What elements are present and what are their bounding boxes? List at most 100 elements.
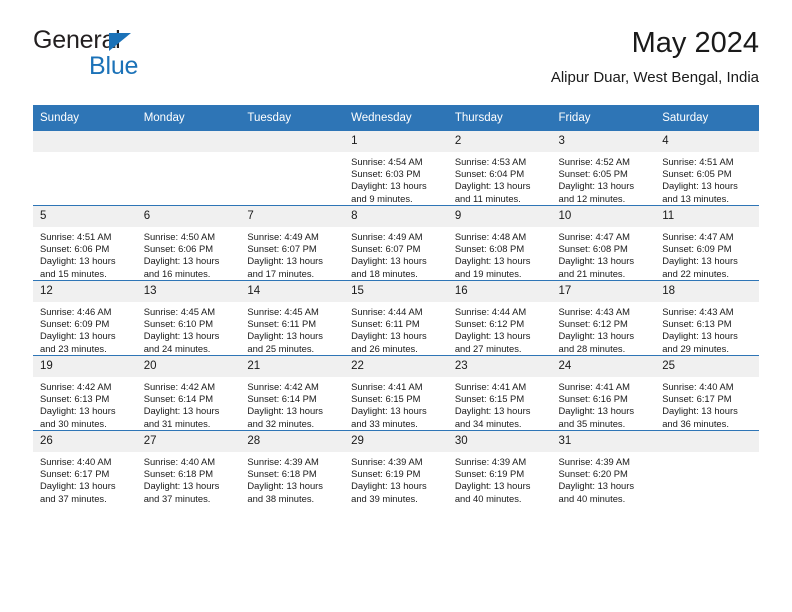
daylight-text-line2: and 27 minutes. <box>454 342 522 354</box>
calendar-day-cell[interactable]: 8 Sunrise: 4:49 AM Sunset: 6:07 PM Daylight… <box>344 205 448 281</box>
calendar-day-cell[interactable]: 15 Sunrise: 4:44 AM Sunset: 6:11 PM Dayligh… <box>344 280 448 356</box>
sunrise-text: Sunrise: 4:44 AM <box>351 306 423 317</box>
sunrise-text: Sunrise: 4:45 AM <box>247 306 319 317</box>
calendar-day-cell[interactable]: 23 Sunrise: 4:41 AM Sunset: 6:15 PM Dayligh… <box>447 355 552 431</box>
daylight-text-line1: Daylight: 13 hours <box>247 255 323 267</box>
day-number <box>33 131 137 152</box>
daylight-text-line2: and 16 minutes. <box>143 267 211 279</box>
day-details: Sunrise: 4:49 AM Sunset: 6:07 PM Daylight:… <box>240 227 344 280</box>
day-details: Sunrise: 4:47 AM Sunset: 6:09 PM Daylight:… <box>655 227 759 280</box>
sunset-text: Sunset: 6:12 PM <box>558 318 628 330</box>
sunrise-text: Sunrise: 4:42 AM <box>40 381 112 392</box>
daylight-text-line2: and 40 minutes. <box>454 492 522 504</box>
calendar-day-cell[interactable]: 29 Sunrise: 4:39 AM Sunset: 6:19 PM Dayligh… <box>344 430 448 505</box>
calendar-grid: Sunday Monday Tuesday Wednesday Thursday Frid… <box>33 105 759 505</box>
daylight-text-line1: Daylight: 13 hours <box>454 330 531 342</box>
daylight-text-line2: and 17 minutes. <box>247 267 315 279</box>
daylight-text-line2: and 22 minutes. <box>662 267 729 279</box>
calendar-day-cell[interactable]: 17 Sunrise: 4:43 AM Sunset: 6:12 PM Dayligh… <box>551 280 656 356</box>
weekday-header-saturday: Saturday <box>655 105 759 131</box>
calendar-day-cell[interactable]: 6 Sunrise: 4:50 AM Sunset: 6:06 PM Daylight… <box>136 205 241 281</box>
weekday-header-sunday: Sunday <box>33 105 137 131</box>
sunrise-text: Sunrise: 4:41 AM <box>558 381 630 392</box>
day-details: Sunrise: 4:48 AM Sunset: 6:08 PM Daylight:… <box>448 227 552 280</box>
calendar-day-cell[interactable]: 14 Sunrise: 4:45 AM Sunset: 6:11 PM Dayligh… <box>240 280 345 356</box>
daylight-text-line1: Daylight: 13 hours <box>40 330 116 342</box>
daylight-text-line2: and 11 minutes. <box>454 192 521 204</box>
calendar-week-row: 19 Sunrise: 4:42 AM Sunset: 6:13 PM Dayligh… <box>33 355 759 431</box>
sunrise-text: Sunrise: 4:47 AM <box>662 231 734 242</box>
sunrise-text: Sunrise: 4:53 AM <box>454 156 527 167</box>
day-number: 13 <box>136 281 241 302</box>
sunset-text: Sunset: 6:18 PM <box>143 468 214 480</box>
calendar-day-cell[interactable]: 27 Sunrise: 4:40 AM Sunset: 6:18 PM Dayligh… <box>136 430 241 505</box>
sunset-text: Sunset: 6:17 PM <box>662 393 732 405</box>
brand-name-general: General <box>33 26 121 54</box>
calendar-day-cell[interactable]: 1 Sunrise: 4:54 AM Sunset: 6:03 PM Daylight… <box>344 131 448 206</box>
sunset-text: Sunset: 6:11 PM <box>247 318 317 330</box>
calendar-day-cell[interactable]: 10 Sunrise: 4:47 AM Sunset: 6:08 PM Dayligh… <box>551 205 656 281</box>
calendar-body: 1 Sunrise: 4:54 AM Sunset: 6:03 PM Daylight… <box>33 131 759 505</box>
day-number: 25 <box>655 356 759 377</box>
day-number: 24 <box>551 356 656 377</box>
sunset-text: Sunset: 6:17 PM <box>40 468 110 480</box>
sunset-text: Sunset: 6:13 PM <box>40 393 110 405</box>
sunrise-text: Sunrise: 4:45 AM <box>143 306 216 317</box>
sunset-text: Sunset: 6:11 PM <box>351 318 420 330</box>
calendar-day-cell[interactable]: 9 Sunrise: 4:48 AM Sunset: 6:08 PM Daylight… <box>447 205 552 281</box>
calendar-day-cell[interactable]: 2 Sunrise: 4:53 AM Sunset: 6:04 PM Daylight… <box>447 131 552 206</box>
day-number: 31 <box>551 431 656 452</box>
calendar-day-cell[interactable]: 24 Sunrise: 4:41 AM Sunset: 6:16 PM Dayligh… <box>551 355 656 431</box>
day-details: Sunrise: 4:47 AM Sunset: 6:08 PM Daylight:… <box>552 227 656 280</box>
brand-logo: General Blue <box>33 26 263 86</box>
calendar-day-cell[interactable]: 31 Sunrise: 4:39 AM Sunset: 6:20 PM Dayligh… <box>551 430 656 505</box>
daylight-text-line1: Daylight: 13 hours <box>454 405 531 417</box>
calendar-day-cell[interactable]: 30 Sunrise: 4:39 AM Sunset: 6:19 PM Dayligh… <box>447 430 552 505</box>
calendar-day-cell[interactable]: 4 Sunrise: 4:51 AM Sunset: 6:05 PM Daylight… <box>655 131 759 206</box>
calendar-day-cell[interactable]: 19 Sunrise: 4:42 AM Sunset: 6:13 PM Dayligh… <box>33 355 137 431</box>
calendar-day-cell[interactable]: 13 Sunrise: 4:45 AM Sunset: 6:10 PM Dayligh… <box>136 280 241 356</box>
day-number: 10 <box>551 206 656 227</box>
calendar-day-cell[interactable]: 3 Sunrise: 4:52 AM Sunset: 6:05 PM Daylight… <box>551 131 656 206</box>
calendar-day-cell[interactable]: 11 Sunrise: 4:47 AM Sunset: 6:09 PM Dayligh… <box>655 205 759 281</box>
day-details: Sunrise: 4:53 AM Sunset: 6:04 PM Daylight:… <box>448 152 552 205</box>
sunset-text: Sunset: 6:07 PM <box>247 243 317 255</box>
sunrise-text: Sunrise: 4:43 AM <box>662 306 734 317</box>
brand-triangle-icon <box>109 33 131 51</box>
sunrise-text: Sunrise: 4:39 AM <box>454 456 527 467</box>
daylight-text-line1: Daylight: 13 hours <box>143 405 220 417</box>
day-number: 14 <box>240 281 345 302</box>
sunset-text: Sunset: 6:15 PM <box>351 393 421 405</box>
day-details: Sunrise: 4:41 AM Sunset: 6:15 PM Daylight:… <box>344 377 448 430</box>
calendar-day-cell[interactable]: 18 Sunrise: 4:43 AM Sunset: 6:13 PM Dayligh… <box>655 280 759 356</box>
sunset-text: Sunset: 6:13 PM <box>662 318 732 330</box>
calendar-day-cell[interactable]: 22 Sunrise: 4:41 AM Sunset: 6:15 PM Dayligh… <box>344 355 448 431</box>
day-details: Sunrise: 4:42 AM Sunset: 6:13 PM Daylight:… <box>33 377 137 430</box>
day-number: 3 <box>551 131 656 152</box>
calendar-day-cell[interactable]: 16 Sunrise: 4:44 AM Sunset: 6:12 PM Dayligh… <box>447 280 552 356</box>
calendar-day-cell[interactable]: 26 Sunrise: 4:40 AM Sunset: 6:17 PM Dayligh… <box>33 430 137 505</box>
sunset-text: Sunset: 6:18 PM <box>247 468 317 480</box>
sunrise-text: Sunrise: 4:52 AM <box>558 156 630 167</box>
day-number: 19 <box>33 356 137 377</box>
daylight-text-line1: Daylight: 13 hours <box>454 480 531 492</box>
sunset-text: Sunset: 6:20 PM <box>558 468 628 480</box>
calendar-day-cell[interactable]: 5 Sunrise: 4:51 AM Sunset: 6:06 PM Daylight… <box>33 205 137 281</box>
calendar-day-cell[interactable]: 7 Sunrise: 4:49 AM Sunset: 6:07 PM Daylight… <box>240 205 345 281</box>
calendar-day-cell[interactable]: 21 Sunrise: 4:42 AM Sunset: 6:14 PM Dayligh… <box>240 355 345 431</box>
calendar-day-cell-empty <box>136 131 241 206</box>
day-number: 26 <box>33 431 137 452</box>
calendar-day-cell[interactable]: 28 Sunrise: 4:39 AM Sunset: 6:18 PM Dayligh… <box>240 430 345 505</box>
day-number: 11 <box>655 206 759 227</box>
sunrise-text: Sunrise: 4:40 AM <box>143 456 216 467</box>
calendar-day-cell[interactable]: 20 Sunrise: 4:42 AM Sunset: 6:14 PM Dayligh… <box>136 355 241 431</box>
page-title: May 2024 <box>631 27 759 59</box>
day-details: Sunrise: 4:45 AM Sunset: 6:11 PM Daylight:… <box>240 302 344 355</box>
sunset-text: Sunset: 6:08 PM <box>454 243 525 255</box>
sunset-text: Sunset: 6:03 PM <box>351 168 421 180</box>
calendar-day-cell[interactable]: 12 Sunrise: 4:46 AM Sunset: 6:09 PM Dayligh… <box>33 280 137 356</box>
day-details: Sunrise: 4:40 AM Sunset: 6:17 PM Daylight:… <box>33 452 137 505</box>
calendar-day-cell[interactable]: 25 Sunrise: 4:40 AM Sunset: 6:17 PM Dayligh… <box>655 355 759 431</box>
daylight-text-line1: Daylight: 13 hours <box>558 405 635 417</box>
day-number: 1 <box>344 131 448 152</box>
